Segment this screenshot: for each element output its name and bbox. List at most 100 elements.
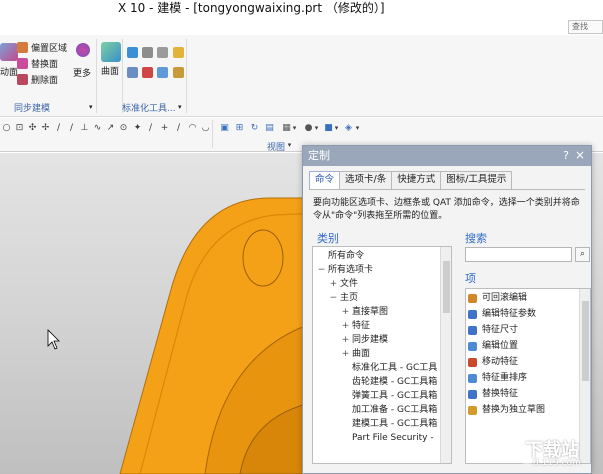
command-item[interactable]: 特征重排序 (468, 371, 527, 386)
category-item[interactable]: + 同步建模 (313, 333, 388, 347)
tree-expander-icon[interactable]: − (329, 291, 338, 305)
delete-face-button[interactable]: 删除面 (17, 73, 58, 86)
category-item[interactable]: 建模工具 - GC工具箱 (313, 417, 437, 431)
snap-center-icon[interactable]: ⊙ (119, 124, 128, 133)
category-item[interactable]: 加工准备 - GC工具箱 (313, 403, 437, 417)
group-divider (186, 39, 187, 113)
snap-tangent-icon[interactable]: ↗ (106, 124, 115, 133)
std-tool-icon-8[interactable] (173, 67, 184, 78)
surface-icon[interactable] (101, 42, 121, 62)
command-item[interactable]: 特征尺寸 (468, 323, 518, 338)
snap-control-icon[interactable]: ✢ (41, 124, 50, 133)
category-item[interactable]: − 主页 (313, 291, 358, 305)
cube-dropdown-icon[interactable]: ▾ (332, 124, 341, 133)
category-label: 建模工具 - GC工具箱 (352, 419, 438, 429)
category-item[interactable]: 所有命令 (313, 249, 364, 263)
search-input[interactable] (465, 247, 572, 262)
more-commands-icon[interactable] (76, 43, 90, 57)
search-icon[interactable]: ⌕ (575, 247, 590, 262)
rotate-icon[interactable]: ↻ (250, 124, 259, 133)
category-tree[interactable]: 所有命令 − 所有选项卡 + 文件 − 主页 + 直接草图 + 特征 + 同步建模 + 曲面 标准化工具 - … (312, 246, 452, 464)
tree-expander-icon[interactable]: − (317, 263, 326, 277)
command-item[interactable]: 编辑位置 (468, 339, 518, 354)
std-tool-icon-6[interactable] (142, 67, 153, 78)
dialog-tabs: 命令 选项卡/条 快捷方式 图标/工具提示 (309, 171, 513, 189)
tab-commands[interactable]: 命令 (309, 171, 341, 189)
tab-tabs-bars[interactable]: 选项卡/条 (339, 171, 393, 189)
delete-face-icon (17, 74, 28, 85)
category-item[interactable]: Part File Security - (313, 431, 434, 445)
snap-ext-icon[interactable]: ∕ (146, 124, 155, 133)
command-item[interactable]: 替换特征 (468, 387, 518, 402)
tree-expander-icon[interactable]: + (341, 319, 350, 333)
category-item[interactable]: + 曲面 (313, 347, 370, 361)
tree-expander-icon[interactable]: + (329, 277, 338, 291)
items-scrollbar-thumb[interactable] (582, 301, 589, 381)
pan-icon[interactable]: ▤ (265, 124, 274, 133)
category-item[interactable]: 标准化工具 - GC工具 (313, 361, 437, 375)
ribbon: 动面 偏置区域 替换面 删除面 更多 同步建模 ▾ 曲面 标准化工具... ▾ (0, 35, 603, 117)
std-tool-icon-7[interactable] (157, 67, 168, 78)
command-item-label: 编辑特征参数 (482, 309, 537, 319)
zoom-icon[interactable]: ⊞ (235, 124, 244, 133)
command-item[interactable]: 编辑特征参数 (468, 307, 536, 322)
surface-button[interactable]: 曲面 (101, 64, 119, 77)
snap-line2-icon[interactable]: ∕ (67, 124, 76, 133)
category-label: 所有命令 (328, 251, 365, 261)
title-bar: X 10 - 建模 - [tongyongwaixing.prt （修改的）] (0, 0, 603, 18)
tree-expander-icon[interactable]: + (341, 305, 350, 319)
snap-intersect-icon[interactable]: + (160, 124, 169, 133)
std-tool-icon-4[interactable] (173, 47, 184, 58)
group-divider (212, 120, 213, 148)
category-scrollbar[interactable] (440, 247, 451, 463)
snap-quad-icon[interactable]: ✦ (133, 124, 142, 133)
tree-expander-icon[interactable]: + (341, 347, 350, 361)
snap-arc-icon[interactable]: ◠ (188, 124, 197, 133)
snap-end-icon[interactable]: ⊡ (15, 124, 24, 133)
close-icon[interactable]: × (575, 148, 585, 162)
category-item[interactable]: − 所有选项卡 (313, 263, 373, 277)
command-item[interactable]: 可回滚编辑 (468, 291, 527, 306)
category-label: 主页 (340, 293, 359, 303)
snap-arc2-icon[interactable]: ◡ (201, 124, 210, 133)
std-tool-icon-3[interactable] (157, 47, 168, 58)
std-tool-icon-5[interactable] (127, 67, 138, 78)
command-item[interactable]: 移动特征 (468, 355, 518, 370)
category-scrollbar-thumb[interactable] (443, 261, 450, 313)
tree-expander-icon[interactable]: + (341, 333, 350, 347)
offset-face-large-icon[interactable] (0, 43, 18, 61)
category-item[interactable]: 齿轮建模 - GC工具箱 (313, 375, 437, 389)
tab-shortcuts[interactable]: 快捷方式 (391, 171, 442, 189)
std-tool-icon-1[interactable] (127, 47, 138, 58)
category-item[interactable]: 弹簧工具 - GC工具箱 (313, 389, 437, 403)
view-dropdown-icon[interactable]: ▾ (285, 141, 294, 150)
replace-face-button[interactable]: 替换面 (17, 57, 58, 70)
color-dropdown-icon[interactable]: ▾ (312, 124, 321, 133)
snap-curve-icon[interactable]: ∿ (93, 124, 102, 133)
offset-region-button[interactable]: 偏置区域 (17, 41, 67, 54)
render-dropdown-icon[interactable]: ▾ (290, 124, 299, 133)
sync-group-dropdown-icon[interactable]: ▾ (89, 103, 93, 111)
category-item[interactable]: + 特征 (313, 319, 370, 333)
category-label: 齿轮建模 - GC工具箱 (352, 377, 438, 387)
command-search-box[interactable]: 查找 (568, 20, 603, 34)
section-dropdown-icon[interactable]: ▾ (353, 124, 362, 133)
watermark-subtext: d.119.com (533, 458, 581, 468)
category-item[interactable]: + 文件 (313, 277, 358, 291)
dialog-title-bar[interactable]: 定制 (303, 146, 591, 166)
move-face-label[interactable]: 动面 (0, 65, 18, 78)
section-icon[interactable]: ◈ (344, 124, 353, 133)
std-tool-icon-2[interactable] (142, 47, 153, 58)
std-tools-dropdown-icon[interactable]: ▾ (178, 103, 182, 111)
more-button[interactable]: 更多 (73, 66, 91, 79)
snap-line3-icon[interactable]: ∕ (174, 124, 183, 133)
snap-line-icon[interactable]: ∕ (54, 124, 63, 133)
tab-icons-tooltips[interactable]: 图标/工具提示 (440, 171, 513, 189)
help-icon[interactable]: ? (563, 149, 569, 162)
dialog-title: 定制 (308, 149, 330, 162)
snap-point-icon[interactable]: ○ (2, 124, 11, 133)
snap-perp-icon[interactable]: ⊥ (80, 124, 89, 133)
fit-view-icon[interactable]: ▣ (220, 124, 229, 133)
snap-mid-icon[interactable]: ✣ (28, 124, 37, 133)
category-item[interactable]: + 直接草图 (313, 305, 388, 319)
